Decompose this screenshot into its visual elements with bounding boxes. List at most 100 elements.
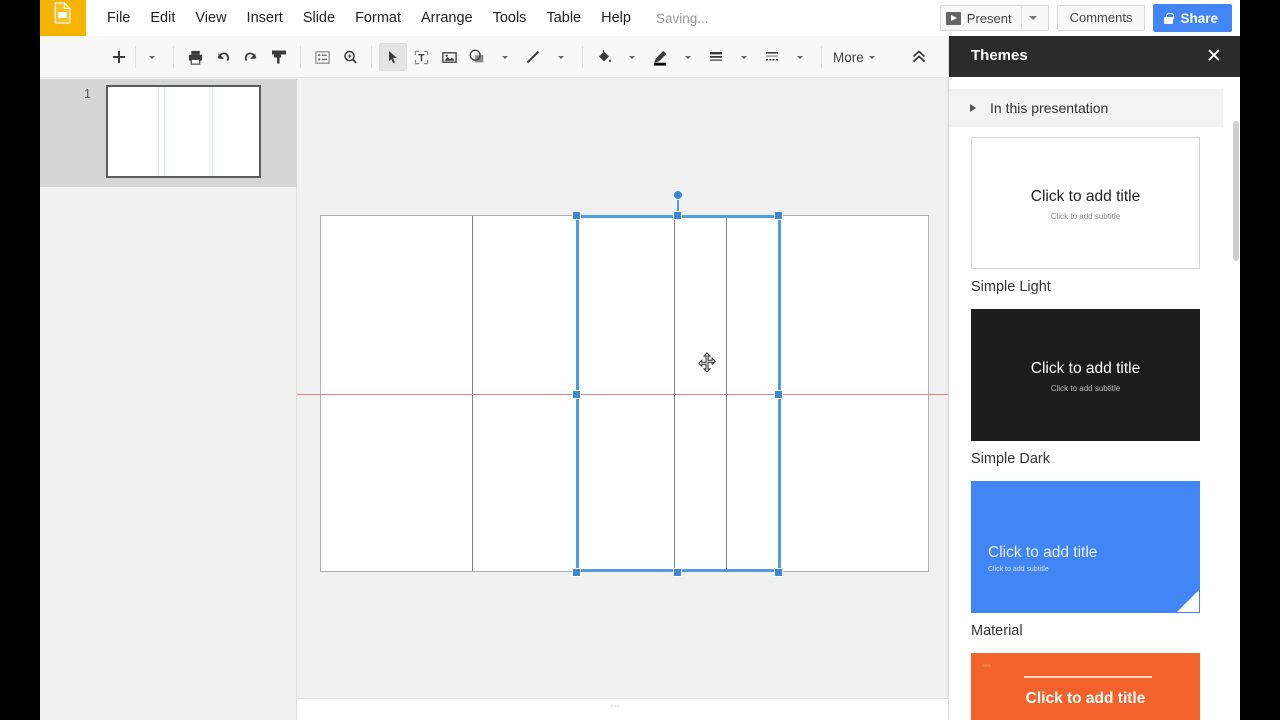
- line-color-icon: [651, 48, 670, 67]
- line-weight-icon: [707, 48, 725, 66]
- line-dash-button[interactable]: [758, 43, 786, 71]
- line-dash-dropdown[interactable]: [786, 43, 814, 71]
- insert-image-button[interactable]: [435, 43, 463, 71]
- line-icon: [524, 48, 542, 66]
- redo-button[interactable]: [237, 43, 265, 71]
- image-icon: [441, 49, 458, 66]
- layout-button[interactable]: [308, 43, 336, 71]
- toolbar-divider: [300, 46, 301, 68]
- themes-section-header[interactable]: In this presentation: [949, 89, 1223, 127]
- fill-color-button[interactable]: [590, 43, 618, 71]
- close-icon[interactable]: ✕: [1203, 45, 1225, 67]
- new-slide-dropdown[interactable]: [138, 43, 166, 71]
- themes-panel: Themes ✕ In this presentation Click to a…: [948, 36, 1240, 720]
- resize-handle-middle-right[interactable]: [774, 390, 783, 399]
- resize-handle-bottom-right[interactable]: [774, 568, 783, 577]
- theme-thumbnail[interactable]: Click to add title Click to add subtitle: [971, 309, 1200, 441]
- shape-icon: [468, 48, 486, 66]
- text-box-icon: [413, 49, 430, 66]
- resize-handle-top-right[interactable]: [774, 211, 783, 220]
- resize-handle-bottom-center[interactable]: [673, 568, 682, 577]
- menu-item-arrange[interactable]: Arrange: [412, 5, 482, 31]
- menu-item-insert[interactable]: Insert: [238, 5, 292, 31]
- layout-icon: [314, 49, 331, 66]
- theme-corner-mark: [982, 664, 991, 667]
- theme-subtitle-text: Click to add subtitle: [988, 566, 1049, 573]
- slide-canvas[interactable]: [297, 79, 948, 698]
- resize-handle-top-center[interactable]: [673, 211, 682, 220]
- thumb-table-line: [209, 87, 210, 176]
- toolbar-divider: [582, 46, 583, 68]
- slide-number: 1: [84, 87, 91, 101]
- present-label: Present: [967, 11, 1021, 26]
- shape-button[interactable]: [463, 43, 491, 71]
- themes-panel-scrollbar[interactable]: [1233, 121, 1239, 261]
- themes-panel-body: In this presentation Click to add title …: [949, 77, 1240, 720]
- theme-thumbnail[interactable]: Click to add title Click to add subtitle: [971, 481, 1200, 613]
- line-color-button[interactable]: [646, 43, 674, 71]
- present-play-icon: [946, 12, 961, 25]
- menu-item-view[interactable]: View: [186, 5, 235, 31]
- resize-handle-top-left[interactable]: [572, 211, 581, 220]
- chevron-down-icon[interactable]: [1029, 16, 1037, 20]
- chevron-down-icon: [149, 56, 155, 59]
- menu-item-edit[interactable]: Edit: [141, 5, 184, 31]
- shape-dropdown[interactable]: [491, 43, 519, 71]
- line-dropdown[interactable]: [547, 43, 575, 71]
- theme-item-spearmint[interactable]: Click to add title Spearmint: [949, 653, 1223, 720]
- theme-rule-decoration: [1024, 676, 1152, 678]
- resize-handle-middle-left[interactable]: [572, 390, 581, 399]
- resize-handle-bottom-left[interactable]: [572, 568, 581, 577]
- menu-item-slide[interactable]: Slide: [294, 5, 344, 31]
- theme-item-simple-dark[interactable]: Click to add title Click to add subtitle…: [949, 309, 1223, 467]
- menu-item-tools[interactable]: Tools: [484, 5, 536, 31]
- theme-thumbnail[interactable]: Click to add title: [971, 653, 1200, 720]
- select-tool-button[interactable]: [379, 43, 407, 71]
- theme-title-text: Click to add title: [972, 690, 1199, 708]
- print-button[interactable]: [181, 43, 209, 71]
- present-divider: [1021, 5, 1022, 31]
- rotation-handle[interactable]: [673, 190, 683, 200]
- theme-item-material[interactable]: Click to add title Click to add subtitle…: [949, 481, 1223, 639]
- menu-bar: File Edit View Insert Slide Format Arran…: [40, 0, 1240, 36]
- share-button[interactable]: Share: [1153, 4, 1232, 32]
- zoom-button[interactable]: [336, 43, 364, 71]
- theme-item-simple-light[interactable]: Click to add title Click to add subtitle…: [949, 137, 1223, 295]
- chevron-down-icon: [502, 56, 508, 59]
- menu-item-file[interactable]: File: [98, 5, 139, 31]
- line-button[interactable]: [519, 43, 547, 71]
- thumb-selection-line: [212, 87, 213, 176]
- theme-thumbnail[interactable]: Click to add title Click to add subtitle: [971, 137, 1200, 269]
- notes-resize-grip[interactable]: ⋯: [610, 701, 621, 712]
- new-slide-button[interactable]: [105, 43, 133, 71]
- fill-color-dropdown[interactable]: [618, 43, 646, 71]
- present-button[interactable]: Present: [940, 5, 1049, 31]
- plus-icon: [111, 49, 127, 65]
- selection-box[interactable]: [576, 215, 781, 572]
- more-tools-button[interactable]: More: [829, 50, 884, 65]
- comments-button[interactable]: Comments: [1057, 5, 1146, 31]
- thumb-table-line: [158, 87, 159, 176]
- paint-format-button[interactable]: [265, 43, 293, 71]
- line-color-dropdown[interactable]: [674, 43, 702, 71]
- undo-button[interactable]: [209, 43, 237, 71]
- menu-item-format[interactable]: Format: [346, 5, 410, 31]
- toolbar-divider: [173, 46, 174, 68]
- speaker-notes-area[interactable]: ⋯: [297, 698, 948, 720]
- google-slides-logo-icon: [51, 2, 74, 24]
- redo-icon: [242, 48, 260, 66]
- fill-color-icon: [595, 48, 613, 66]
- themes-panel-title: Themes: [971, 47, 1028, 64]
- collapse-toolbar-button[interactable]: [906, 44, 932, 70]
- theme-subtitle-text: Click to add subtitle: [972, 384, 1199, 393]
- theme-title-text: Click to add title: [988, 544, 1097, 562]
- menu-item-table[interactable]: Table: [537, 5, 590, 31]
- menu-item-help[interactable]: Help: [592, 5, 640, 31]
- slide-thumbnail-1[interactable]: [106, 85, 261, 178]
- themes-list: Click to add title Click to add subtitle…: [949, 137, 1223, 720]
- text-box-button[interactable]: [407, 43, 435, 71]
- line-weight-button[interactable]: [702, 43, 730, 71]
- toolbar-divider: [371, 46, 372, 68]
- line-weight-dropdown[interactable]: [730, 43, 758, 71]
- themes-panel-header: Themes ✕: [949, 36, 1240, 77]
